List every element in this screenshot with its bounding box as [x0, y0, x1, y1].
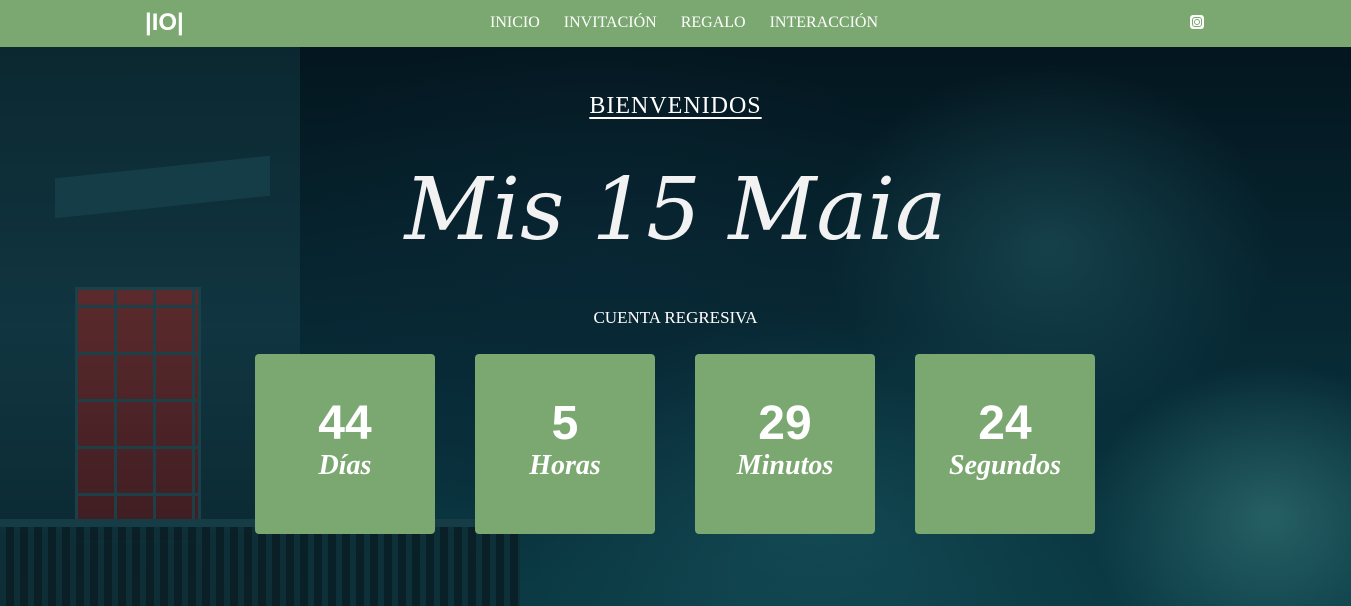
countdown-seconds-value: 24 [978, 397, 1032, 450]
nav-link-regalo[interactable]: REGALO [681, 14, 746, 32]
page-title: Mis 15 Maia [404, 160, 947, 260]
countdown-seconds-unit: Segundos [948, 450, 1062, 481]
countdown-hours-unit: Horas [529, 450, 601, 481]
countdown-hours-value: 5 [551, 397, 579, 450]
nav-link-invitacion[interactable]: INVITACIÓN [564, 14, 657, 32]
countdown-minutes-unit: Minutos [736, 450, 834, 481]
instagram-icon-lens [1194, 19, 1200, 25]
countdown-minutes: 29 Minutos [695, 354, 875, 534]
countdown-minutes-value: 29 [758, 397, 812, 450]
welcome-heading: BIENVENIDOS [0, 93, 1351, 120]
navbar: |IO| INICIO INVITACIÓN REGALO INTERACCIÓ… [0, 0, 1351, 47]
instagram-icon[interactable] [1190, 15, 1204, 29]
background-balcony [0, 527, 520, 606]
nav-link-inicio[interactable]: INICIO [490, 14, 540, 32]
nav-links: INICIO INVITACIÓN REGALO INTERACCIÓN [490, 14, 878, 32]
countdown-hours: 5 Horas [475, 354, 655, 534]
countdown-days: 44 Días [255, 354, 435, 534]
countdown-label: CUENTA REGRESIVA [593, 308, 758, 327]
countdown-days-unit: Días [318, 450, 372, 481]
site-logo[interactable]: |IO| [145, 9, 184, 37]
countdown-days-value: 44 [318, 397, 372, 450]
nav-link-interaccion[interactable]: INTERACCIÓN [770, 14, 878, 32]
welcome-text: BIENVENIDOS [589, 93, 762, 119]
countdown-seconds: 24 Segundos [915, 354, 1095, 534]
countdown-boxes: 44 Días 5 Horas 29 Minutos 24 Segundos [255, 354, 1095, 534]
